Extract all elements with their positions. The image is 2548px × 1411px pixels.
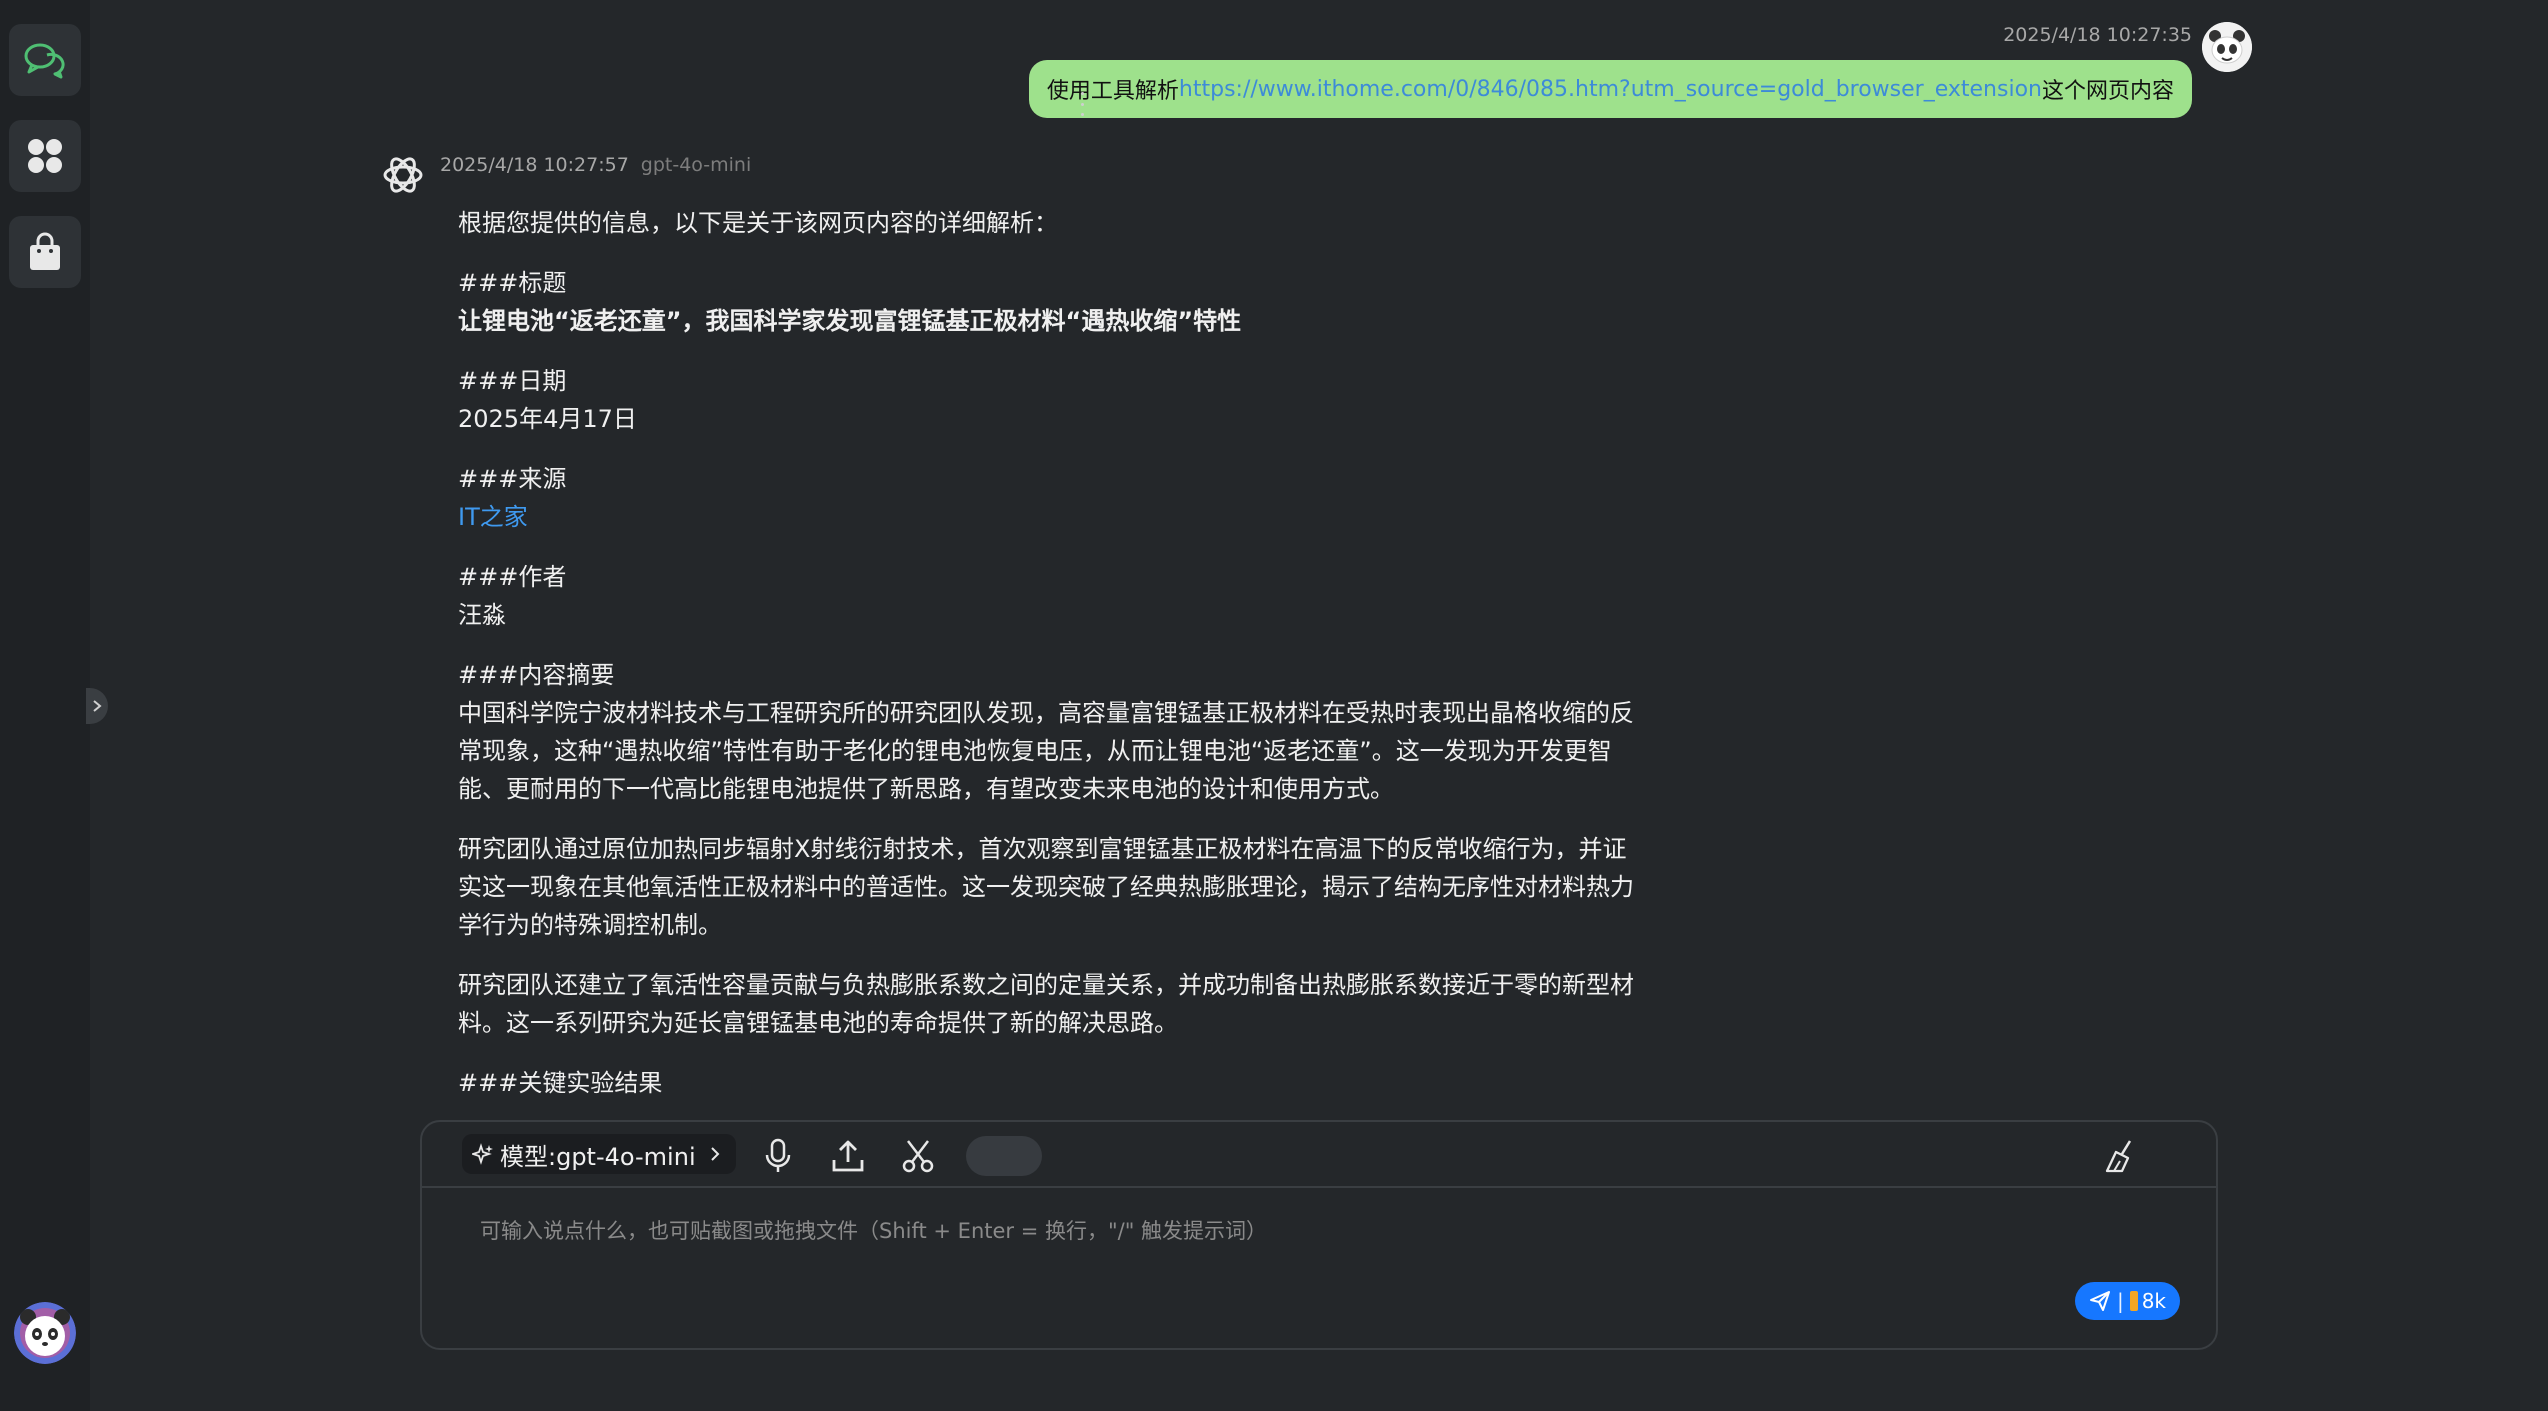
section-author: ###作者 汪淼 bbox=[458, 558, 1638, 634]
broom-icon bbox=[2105, 1140, 2132, 1173]
title-text: 让锂电池“返老还童”，我国科学家发现富锂锰基正极材料“遇热收缩”特性 bbox=[458, 307, 1242, 335]
message-more-button[interactable] bbox=[1078, 92, 1086, 116]
message-composer: 模型:gpt-4o-mini 可输入说点什么，也可贴截图或拖拽文件（Shift … bbox=[420, 1120, 2218, 1350]
user-avatar-sidebar[interactable] bbox=[14, 1302, 76, 1364]
sidebar-expand-toggle[interactable] bbox=[86, 688, 108, 724]
summary-paragraph-2: 研究团队通过原位加热同步辐射X射线衍射技术，首次观察到富锂锰基正极材料在高温下的… bbox=[458, 835, 1634, 939]
token-meter-icon bbox=[2129, 1291, 2138, 1311]
feature-toggle[interactable] bbox=[966, 1136, 1042, 1176]
more-dot-icon bbox=[1080, 102, 1084, 106]
source-link[interactable]: IT之家 bbox=[458, 503, 528, 531]
user-message-text: 使用工具解析 bbox=[1046, 79, 1179, 104]
bot-message-content: 根据您提供的信息，以下是关于该网页内容的详细解析： ###标题 让锂电池“返老还… bbox=[458, 204, 1638, 1116]
section-date: ###日期 2025年4月17日 bbox=[458, 362, 1638, 438]
sidebar-item-chat[interactable] bbox=[9, 24, 81, 96]
chevron-right-icon bbox=[93, 700, 102, 712]
user-message-link[interactable]: https://www.ithome.com/0/846/085.htm?utm… bbox=[1179, 77, 2042, 102]
summary-paragraph-3: 研究团队还建立了氧活性容量贡献与负热膨胀系数之间的定量关系，并成功制备出热膨胀系… bbox=[458, 971, 1634, 1037]
title-heading: ###标题 bbox=[458, 269, 567, 297]
sparkle-icon bbox=[472, 1143, 493, 1165]
upload-button[interactable] bbox=[828, 1136, 868, 1176]
chevron-right-icon bbox=[710, 1147, 720, 1161]
composer-toolbar: 模型:gpt-4o-mini bbox=[422, 1122, 2216, 1188]
results-heading: ###关键实验结果 bbox=[458, 1069, 663, 1097]
upload-icon bbox=[832, 1140, 864, 1172]
author-text: 汪淼 bbox=[458, 601, 506, 629]
more-dot-icon bbox=[1080, 113, 1084, 116]
screenshot-button[interactable] bbox=[898, 1136, 938, 1176]
user-message-bubble: 使用工具解析 https://www.ithome.com/0/846/085.h… bbox=[1028, 60, 2192, 118]
bot-message-meta: 2025/4/18 10:27:57 gpt-4o-mini bbox=[440, 154, 751, 176]
panda-avatar-icon bbox=[2202, 22, 2252, 72]
sidebar-item-store[interactable] bbox=[9, 216, 81, 288]
model-selector-label: 模型:gpt-4o-mini bbox=[500, 1142, 696, 1171]
bot-message-model: gpt-4o-mini bbox=[640, 154, 752, 176]
microphone-icon bbox=[765, 1138, 791, 1172]
section-title: ###标题 让锂电池“返老还童”，我国科学家发现富锂锰基正极材料“遇热收缩”特性 bbox=[458, 264, 1638, 340]
sidebar bbox=[0, 0, 90, 1411]
more-dot-icon bbox=[1080, 92, 1084, 95]
shopping-bag-icon bbox=[30, 232, 60, 270]
chat-bubbles-icon bbox=[24, 43, 65, 79]
voice-input-button[interactable] bbox=[758, 1136, 798, 1176]
send-separator: | bbox=[2116, 1289, 2124, 1313]
user-avatar[interactable] bbox=[2202, 22, 2252, 72]
user-message-timestamp: 2025/4/18 10:27:35 bbox=[2003, 24, 2192, 46]
clear-context-button[interactable] bbox=[2100, 1136, 2140, 1176]
send-button[interactable]: | 8k bbox=[2074, 1282, 2180, 1320]
user-message-text-after: 这个网页内容 bbox=[2041, 79, 2174, 104]
openai-logo-icon bbox=[380, 152, 426, 198]
panda-avatar-icon bbox=[14, 1302, 76, 1364]
scissors-icon bbox=[902, 1140, 934, 1173]
summary-heading: ###内容摘要 bbox=[458, 661, 615, 689]
bot-intro: 根据您提供的信息，以下是关于该网页内容的详细解析： bbox=[458, 209, 1058, 237]
model-selector-button[interactable]: 模型:gpt-4o-mini bbox=[462, 1134, 736, 1174]
date-heading: ###日期 bbox=[458, 367, 567, 395]
apps-grid-icon bbox=[28, 139, 62, 173]
sidebar-item-apps[interactable] bbox=[9, 120, 81, 192]
section-source: ###来源 IT之家 bbox=[458, 460, 1638, 536]
message-input[interactable] bbox=[478, 1218, 1882, 1244]
source-heading: ###来源 bbox=[458, 465, 567, 493]
bot-message-timestamp: 2025/4/18 10:27:57 bbox=[440, 154, 629, 176]
summary-paragraph-1: 中国科学院宁波材料技术与工程研究所的研究团队发现，高容量富锂锰基正极材料在受热时… bbox=[458, 699, 1634, 803]
token-count: 8k bbox=[2141, 1289, 2166, 1313]
date-text: 2025年4月17日 bbox=[458, 405, 637, 433]
section-summary: ###内容摘要 中国科学院宁波材料技术与工程研究所的研究团队发现，高容量富锂锰基… bbox=[458, 656, 1638, 808]
send-icon bbox=[2089, 1291, 2110, 1311]
author-heading: ###作者 bbox=[458, 563, 567, 591]
